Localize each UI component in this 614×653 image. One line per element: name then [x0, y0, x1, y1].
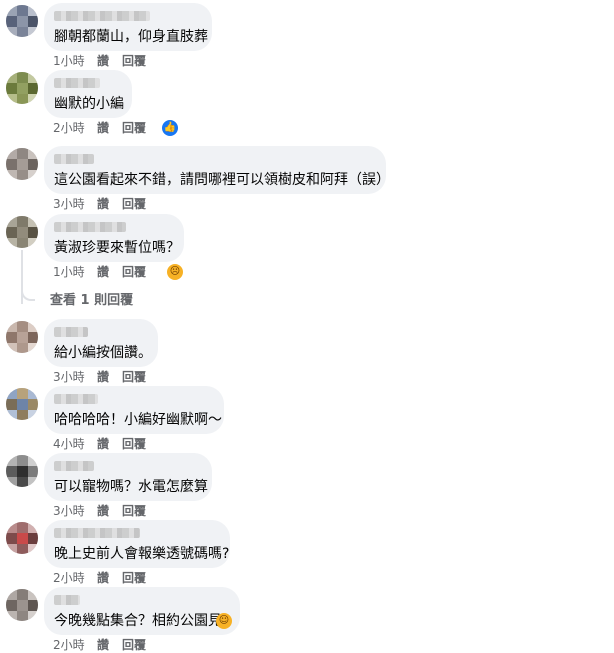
comment-bubble: 給小編按個讚。	[44, 319, 158, 367]
comment-item: 今晚幾點集合？相約公園見 ☺ 2小時 讚 回覆	[0, 587, 614, 653]
reply-thread-curve	[21, 290, 35, 301]
comment-text: 可以寵物嗎？水電怎麼算	[54, 479, 208, 495]
comment-bubble: 幽默的小編	[44, 70, 132, 118]
comment-text: 今晚幾點集合？相約公園見	[54, 613, 222, 629]
commenter-name-blurred[interactable]	[54, 528, 140, 538]
commenter-name-blurred[interactable]	[54, 327, 88, 337]
like-button[interactable]: 讚	[97, 264, 109, 280]
avatar[interactable]	[6, 455, 38, 487]
avatar[interactable]	[6, 321, 38, 353]
avatar[interactable]	[6, 148, 38, 180]
reply-button[interactable]: 回覆	[122, 53, 146, 69]
comment-item: 給小編按個讚。 3小時 讚 回覆	[0, 319, 614, 385]
comment-timestamp[interactable]: 2小時	[53, 637, 85, 653]
comment-text: 腳朝都蘭山，仰身直肢葬	[54, 29, 208, 45]
comment-bubble: 這公園看起來不錯，請問哪裡可以領樹皮和阿拜（誤）	[44, 146, 390, 194]
commenter-name-blurred[interactable]	[54, 461, 94, 471]
like-button[interactable]: 讚	[97, 369, 109, 385]
comment-bubble: 可以寵物嗎？水電怎麼算	[44, 453, 212, 501]
commenter-name-blurred[interactable]	[54, 154, 94, 164]
commenter-name-blurred[interactable]	[54, 394, 98, 404]
comment-timestamp[interactable]: 1小時	[53, 264, 85, 280]
commenter-name-blurred[interactable]	[54, 11, 150, 21]
comment-item: 可以寵物嗎？水電怎麼算 3小時 讚 回覆	[0, 453, 614, 519]
comment-timestamp[interactable]: 1小時	[53, 53, 85, 69]
comment-text: 黃淑珍要來暫位嗎？	[54, 240, 180, 256]
comment-text: 給小編按個讚。	[54, 345, 152, 361]
comment-item: 這公園看起來不錯，請問哪裡可以領樹皮和阿拜（誤） 3小時 讚 回覆	[0, 146, 614, 212]
comment-text: 晚上史前人會報樂透號碼嗎?	[54, 546, 230, 562]
comment-item: 黃淑珍要來暫位嗎？ 1小時 讚 回覆 ☹	[0, 214, 614, 280]
commenter-name-blurred[interactable]	[54, 222, 126, 232]
reply-button[interactable]: 回覆	[122, 196, 146, 212]
comment-thread: 腳朝都蘭山，仰身直肢葬 1小時 讚 回覆 幽默的小編 2小時 讚 回覆 👍 這公…	[0, 0, 614, 653]
comment-item: 哈哈哈哈！小編好幽默啊～ 4小時 讚 回覆	[0, 386, 614, 452]
commenter-name-blurred[interactable]	[54, 78, 100, 88]
commenter-name-blurred[interactable]	[54, 595, 80, 605]
comment-bubble: 哈哈哈哈！小編好幽默啊～	[44, 386, 224, 434]
reply-button[interactable]: 回覆	[122, 120, 146, 136]
view-replies-link[interactable]: 查看 1 則回覆	[50, 293, 133, 309]
comment-bubble: 晚上史前人會報樂透號碼嗎?	[44, 520, 230, 568]
avatar[interactable]	[6, 388, 38, 420]
comment-timestamp[interactable]: 3小時	[53, 503, 85, 519]
comment-item: 幽默的小編 2小時 讚 回覆 👍	[0, 70, 614, 136]
like-button[interactable]: 讚	[97, 637, 109, 653]
like-button[interactable]: 讚	[97, 570, 109, 586]
reply-button[interactable]: 回覆	[122, 637, 146, 653]
reply-button[interactable]: 回覆	[122, 436, 146, 452]
avatar[interactable]	[6, 216, 38, 248]
like-button[interactable]: 讚	[97, 53, 109, 69]
comment-text: 幽默的小編	[54, 96, 124, 112]
comment-text: 這公園看起來不錯，請問哪裡可以領樹皮和阿拜（誤）	[54, 172, 390, 188]
comment-timestamp[interactable]: 2小時	[53, 120, 85, 136]
comment-bubble: 腳朝都蘭山，仰身直肢葬	[44, 3, 212, 51]
comment-timestamp[interactable]: 4小時	[53, 436, 85, 452]
reply-button[interactable]: 回覆	[122, 570, 146, 586]
sad-face-icon[interactable]: ☹	[167, 264, 183, 280]
comment-bubble: 黃淑珍要來暫位嗎？	[44, 214, 184, 262]
comment-item: 晚上史前人會報樂透號碼嗎? 2小時 讚 回覆	[0, 520, 614, 586]
comment-timestamp[interactable]: 2小時	[53, 570, 85, 586]
reply-button[interactable]: 回覆	[122, 264, 146, 280]
like-button[interactable]: 讚	[97, 436, 109, 452]
avatar[interactable]	[6, 72, 38, 104]
avatar[interactable]	[6, 522, 38, 554]
comment-bubble: 今晚幾點集合？相約公園見 ☺	[44, 587, 240, 635]
like-button[interactable]: 讚	[97, 196, 109, 212]
reply-button[interactable]: 回覆	[122, 369, 146, 385]
avatar[interactable]	[6, 5, 38, 37]
like-button[interactable]: 讚	[97, 503, 109, 519]
comment-timestamp[interactable]: 3小時	[53, 369, 85, 385]
comment-timestamp[interactable]: 3小時	[53, 196, 85, 212]
comment-text: 哈哈哈哈！小編好幽默啊～	[54, 412, 222, 428]
reply-button[interactable]: 回覆	[122, 503, 146, 519]
like-button[interactable]: 讚	[97, 120, 109, 136]
avatar[interactable]	[6, 589, 38, 621]
comment-item: 腳朝都蘭山，仰身直肢葬 1小時 讚 回覆	[0, 3, 614, 69]
like-icon[interactable]: 👍	[162, 120, 178, 136]
laughing-face-icon: ☺	[216, 613, 232, 629]
